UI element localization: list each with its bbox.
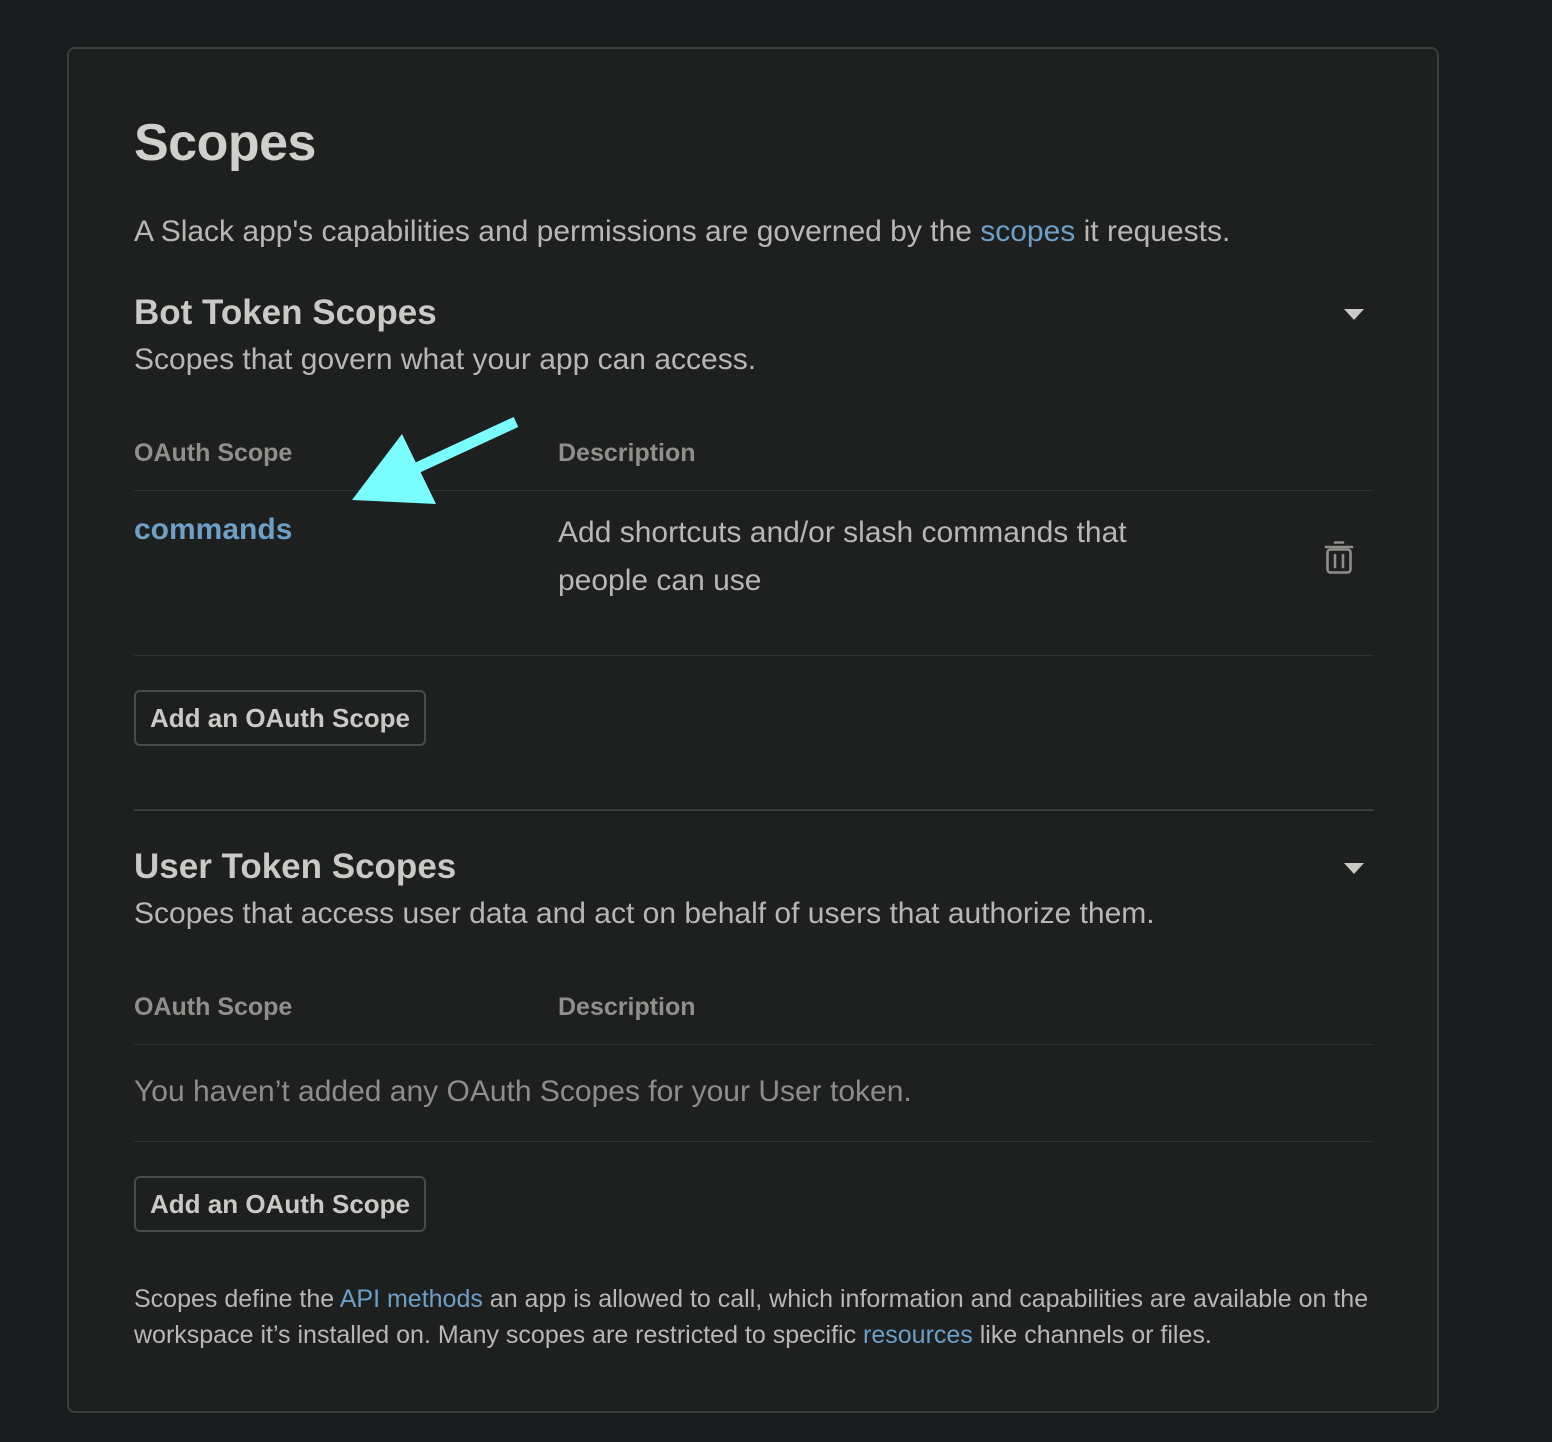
footer-text-1: Scopes define the: [134, 1285, 340, 1313]
intro-text-after: it requests.: [1075, 215, 1231, 248]
scopes-footer-note: Scopes define the API methods an app is …: [134, 1281, 1378, 1353]
user-table-bottom-divider: [134, 1141, 1374, 1142]
scopes-link[interactable]: scopes: [980, 215, 1075, 248]
bot-token-scopes-title: Bot Token Scopes: [134, 293, 437, 332]
bot-col-description: Description: [558, 439, 696, 467]
scope-name-link[interactable]: commands: [134, 513, 292, 547]
bot-token-scopes-subtitle: Scopes that govern what your app can acc…: [134, 343, 757, 376]
bot-col-oauth-scope: OAuth Scope: [134, 439, 293, 467]
resources-link[interactable]: resources: [863, 1321, 973, 1349]
annotation-arrow-shape: [352, 417, 519, 504]
bot-table-header-divider: [134, 490, 1374, 491]
footer-text-3: like channels or files.: [972, 1321, 1212, 1349]
user-col-oauth-scope: OAuth Scope: [134, 993, 293, 1021]
bot-scopes-collapse-caret-icon[interactable]: [1344, 309, 1364, 320]
annotation-arrow-icon: [352, 417, 519, 504]
scope-description: Add shortcuts and/or slash commands that…: [558, 516, 1127, 597]
intro-text-before: A Slack app's capabilities and permissio…: [134, 215, 981, 248]
user-col-description: Description: [558, 993, 696, 1021]
scopes-card-content: Scopes A Slack app's capabilities and pe…: [134, 49, 1374, 1411]
user-table-header-divider: [134, 1044, 1374, 1045]
scopes-card: Scopes A Slack app's capabilities and pe…: [67, 47, 1439, 1413]
section-divider: [134, 809, 1374, 811]
user-token-scopes-subtitle: Scopes that access user data and act on …: [134, 897, 1155, 930]
bot-table-bottom-divider: [134, 655, 1374, 656]
trash-icon[interactable]: [1324, 539, 1354, 575]
intro-text: A Slack app's capabilities and permissio…: [134, 215, 1230, 249]
page-title: Scopes: [134, 114, 316, 172]
user-scopes-collapse-caret-icon[interactable]: [1344, 863, 1364, 874]
user-token-scopes-title: User Token Scopes: [134, 847, 457, 886]
api-methods-link[interactable]: API methods: [340, 1285, 483, 1313]
user-add-oauth-scope-button[interactable]: Add an OAuth Scope: [134, 1176, 426, 1232]
user-scopes-empty-message: You haven’t added any OAuth Scopes for y…: [134, 1075, 912, 1108]
bot-add-oauth-scope-button[interactable]: Add an OAuth Scope: [134, 690, 426, 746]
